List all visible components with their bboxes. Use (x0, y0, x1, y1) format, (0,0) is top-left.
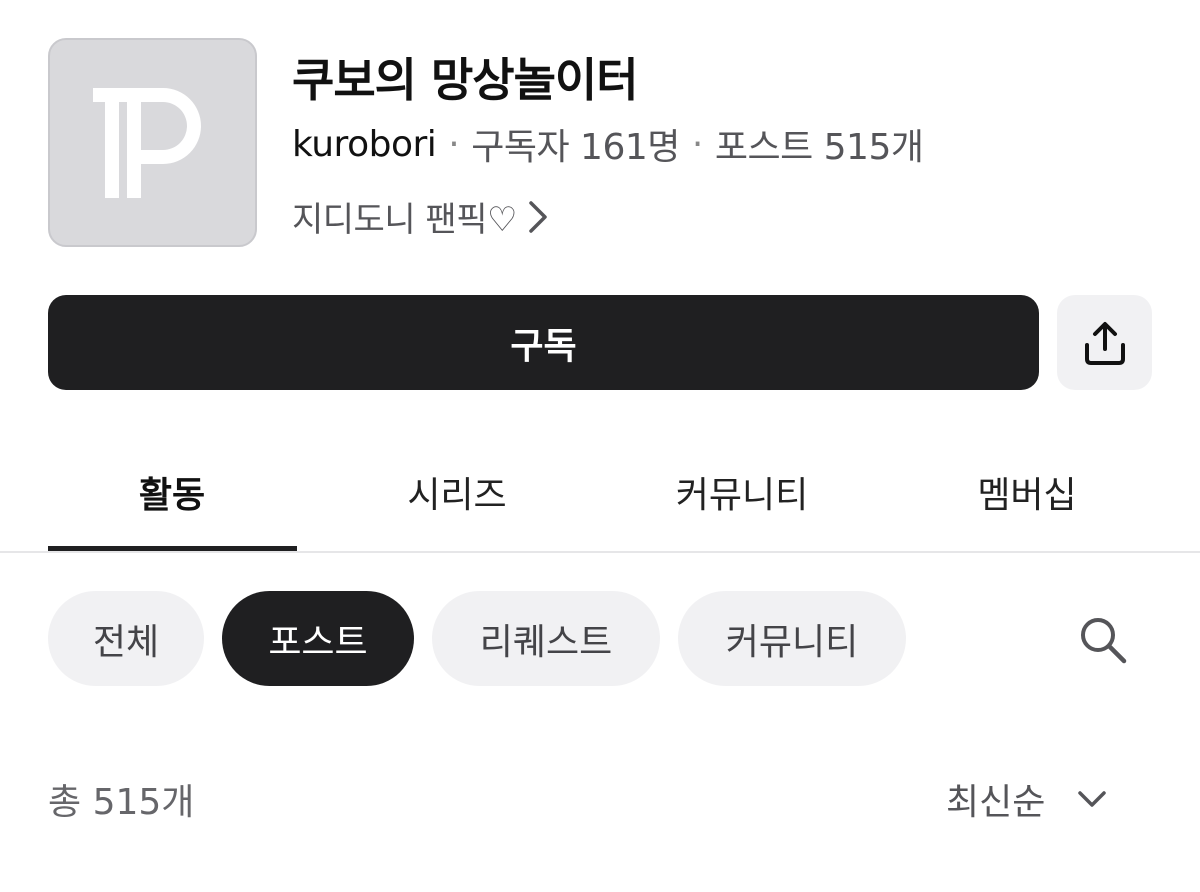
share-upload-icon (1084, 321, 1125, 365)
sort-label: 최신순 (946, 782, 1046, 823)
subscribe-button[interactable]: 구독 (48, 295, 1039, 390)
channel-tabs: 활동 시리즈 커뮤니티 멤버십 (48, 440, 1200, 552)
tab-community[interactable]: 커뮤니티 (676, 466, 808, 518)
tab-series[interactable]: 시리즈 (407, 466, 506, 518)
tabs-divider (0, 551, 1200, 553)
tab-membership[interactable]: 멤버십 (977, 466, 1076, 518)
tab-activity[interactable]: 활동 (139, 466, 205, 518)
chevron-right-icon (527, 200, 549, 234)
filter-chip-community[interactable]: 커뮤니티 (678, 591, 906, 686)
post-count: 포스트 515개 (714, 127, 924, 168)
chevron-down-icon (1077, 789, 1107, 809)
filter-chip-all[interactable]: 전체 (48, 591, 204, 686)
meta-separator: · (691, 123, 703, 165)
search-button[interactable] (1073, 610, 1133, 670)
channel-page: 쿠보의 망상놀이터 kurobori · 구독자 161명 · 포스트 515개… (0, 0, 1200, 892)
share-button[interactable] (1057, 295, 1152, 390)
subscriber-count: 구독자 161명 (471, 127, 680, 168)
search-icon (1081, 618, 1127, 664)
channel-meta: kurobori · 구독자 161명 · 포스트 515개 (292, 118, 924, 170)
channel-description-link[interactable]: 지디도니 팬픽♡ (292, 192, 549, 241)
channel-description: 지디도니 팬픽♡ (292, 200, 517, 240)
total-count: 총 515개 (48, 782, 195, 823)
channel-title: 쿠보의 망상놀이터 (292, 53, 639, 107)
sort-dropdown[interactable]: 최신순 (946, 773, 1107, 825)
filter-chip-post[interactable]: 포스트 (222, 591, 414, 686)
meta-separator: · (448, 123, 460, 165)
tp-logo-icon (92, 87, 201, 198)
filter-chip-request[interactable]: 리퀘스트 (432, 591, 660, 686)
author-name[interactable]: kurobori (292, 124, 437, 165)
channel-logo (48, 38, 257, 247)
